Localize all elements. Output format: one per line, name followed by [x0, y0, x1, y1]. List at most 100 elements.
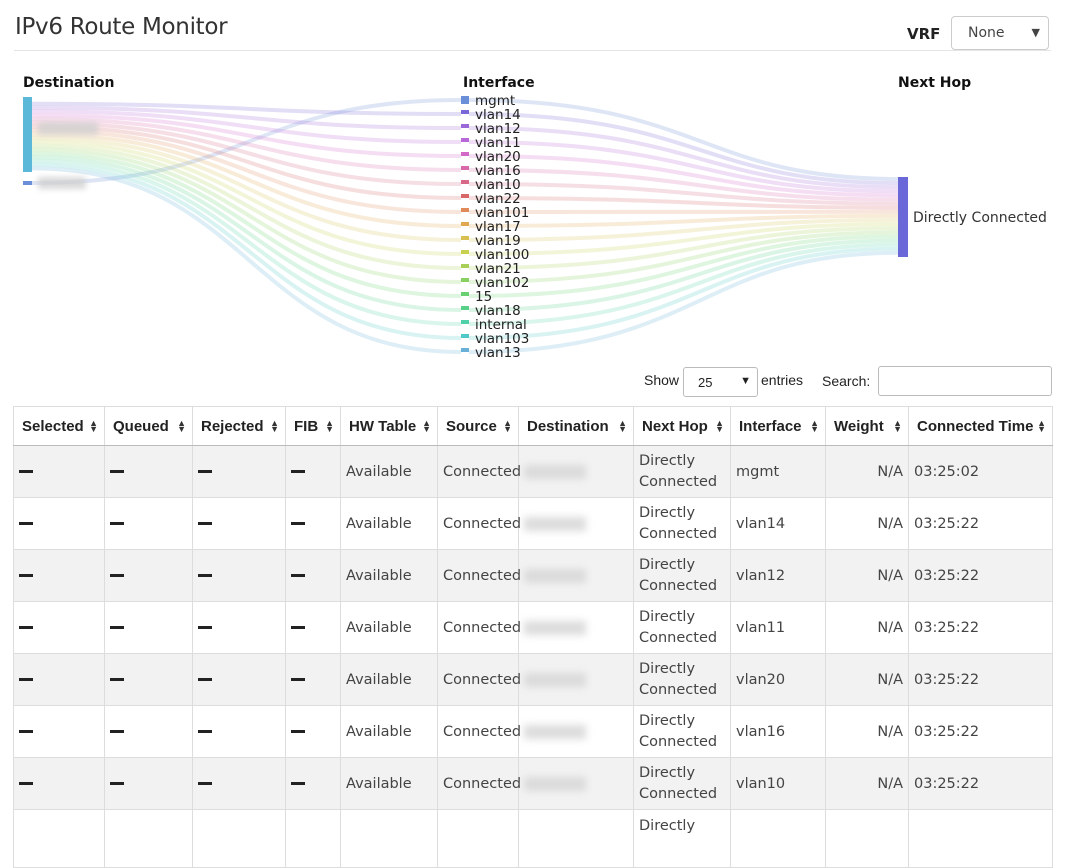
next-hop-line-1: Directly	[639, 555, 725, 576]
table-header-row: Selected▲▼Queued▲▼Rejected▲▼FIB▲▼HW Tabl…	[14, 407, 1053, 446]
chevron-down-icon: ▼	[740, 375, 751, 387]
blurred-destination	[524, 621, 586, 635]
divider	[14, 50, 1051, 51]
column-header-next-hop[interactable]: Next Hop▲▼	[634, 407, 731, 446]
cell-selected	[14, 654, 105, 706]
sankey-node-interface-vlan101[interactable]	[461, 208, 469, 212]
entries-label: entries	[761, 372, 803, 388]
dash-icon	[291, 782, 305, 785]
sankey-node-interface-vlan20[interactable]	[461, 152, 469, 156]
cell-source: Connected	[438, 446, 519, 498]
next-hop-line-1: Directly	[639, 607, 725, 628]
cell-rejected	[193, 602, 286, 654]
table-row[interactable]: AvailableConnectedDirectlyConnectedvlan1…	[14, 498, 1053, 550]
table-row[interactable]: AvailableConnectedDirectlyConnectedvlan1…	[14, 706, 1053, 758]
column-header-source[interactable]: Source▲▼	[438, 407, 519, 446]
sankey-node-next-hop[interactable]	[898, 177, 908, 257]
dash-icon	[19, 678, 33, 681]
cell-weight: N/A	[826, 602, 909, 654]
cell-interface: vlan10	[731, 758, 826, 810]
dash-icon	[110, 574, 124, 577]
sankey-node-interface-mgmt[interactable]	[461, 96, 469, 104]
cell-source: Connected	[438, 602, 519, 654]
sankey-node-interface-vlan10[interactable]	[461, 180, 469, 184]
column-header-rejected[interactable]: Rejected▲▼	[193, 407, 286, 446]
table-row[interactable]: AvailableConnectedDirectlyConnectedvlan1…	[14, 758, 1053, 810]
cell-selected	[14, 602, 105, 654]
table-body: AvailableConnectedDirectlyConnectedmgmtN…	[14, 446, 1053, 868]
sort-icon: ▲▼	[89, 420, 98, 432]
table-row[interactable]: AvailableConnectedDirectlyConnectedvlan1…	[14, 602, 1053, 654]
column-header-queued[interactable]: Queued▲▼	[105, 407, 193, 446]
sankey-node-interface-vlan14[interactable]	[461, 110, 469, 114]
column-header-destination[interactable]: Destination▲▼	[519, 407, 634, 446]
cell-queued	[105, 654, 193, 706]
dash-icon	[110, 678, 124, 681]
table-row[interactable]: AvailableConnectedDirectlyConnectedvlan2…	[14, 654, 1053, 706]
dash-icon	[110, 522, 124, 525]
sankey-node-destination-1[interactable]	[23, 97, 32, 172]
cell-interface	[731, 810, 826, 868]
sankey-node-interface-vlan21[interactable]	[461, 264, 469, 268]
entries-select[interactable]: 25 ▼	[683, 367, 758, 397]
table-row[interactable]: Directly	[14, 810, 1053, 868]
sankey-next-hop-label: Directly Connected	[913, 210, 1047, 226]
dash-icon	[198, 678, 212, 681]
vrf-select[interactable]: None ▼	[951, 16, 1049, 50]
search-input[interactable]	[878, 366, 1052, 396]
dash-icon	[291, 574, 305, 577]
column-header-fib[interactable]: FIB▲▼	[286, 407, 341, 446]
column-header-interface[interactable]: Interface▲▼	[731, 407, 826, 446]
cell-next-hop: DirectlyConnected	[634, 550, 731, 602]
cell-fib	[286, 602, 341, 654]
blurred-destination-label	[38, 122, 98, 135]
sankey-node-interface-vlan100[interactable]	[461, 250, 469, 254]
cell-queued	[105, 706, 193, 758]
column-header-label: Rejected	[201, 418, 264, 435]
sankey-node-interface-vlan12[interactable]	[461, 124, 469, 128]
dash-icon	[19, 522, 33, 525]
cell-interface: vlan12	[731, 550, 826, 602]
dash-icon	[198, 782, 212, 785]
cell-interface: vlan11	[731, 602, 826, 654]
cell-queued	[105, 498, 193, 550]
column-header-weight[interactable]: Weight▲▼	[826, 407, 909, 446]
sankey-header-interface: Interface	[463, 75, 535, 91]
column-header-hw-table[interactable]: HW Table▲▼	[341, 407, 438, 446]
dash-icon	[110, 782, 124, 785]
cell-destination	[519, 706, 634, 758]
dash-icon	[291, 522, 305, 525]
sankey-node-interface-vlan18[interactable]	[461, 306, 469, 310]
cell-connected-time: 03:25:22	[909, 654, 1053, 706]
sankey-node-interface-vlan16[interactable]	[461, 166, 469, 170]
cell-source: Connected	[438, 706, 519, 758]
sankey-node-interface-vlan19[interactable]	[461, 236, 469, 240]
table-row[interactable]: AvailableConnectedDirectlyConnectedmgmtN…	[14, 446, 1053, 498]
blurred-destination-label	[38, 177, 86, 189]
sankey-node-interface-vlan17[interactable]	[461, 222, 469, 226]
cell-destination	[519, 654, 634, 706]
sankey-header-next-hop: Next Hop	[898, 75, 971, 91]
column-header-label: Next Hop	[642, 418, 708, 435]
sankey-node-interface-vlan102[interactable]	[461, 278, 469, 282]
sankey-node-interface-vlan11[interactable]	[461, 138, 469, 142]
sankey-link-destination-internal	[32, 161, 461, 324]
column-header-label: Source	[446, 418, 497, 435]
sankey-node-interface-15[interactable]	[461, 292, 469, 296]
sankey-node-interface-vlan13[interactable]	[461, 348, 469, 352]
column-header-connected-time[interactable]: Connected Time▲▼	[909, 407, 1053, 446]
dash-icon	[110, 470, 124, 473]
cell-weight: N/A	[826, 446, 909, 498]
column-header-selected[interactable]: Selected▲▼	[14, 407, 105, 446]
cell-interface: vlan16	[731, 706, 826, 758]
dash-icon	[110, 730, 124, 733]
cell-connected-time: 03:25:22	[909, 498, 1053, 550]
blurred-destination	[524, 465, 586, 479]
table-row[interactable]: AvailableConnectedDirectlyConnectedvlan1…	[14, 550, 1053, 602]
sankey-node-interface-vlan22[interactable]	[461, 194, 469, 198]
sankey-node-destination-2[interactable]	[23, 181, 32, 185]
sankey-node-interface-vlan103[interactable]	[461, 334, 469, 338]
cell-fib	[286, 758, 341, 810]
sankey-node-interface-internal[interactable]	[461, 320, 469, 324]
cell-rejected	[193, 706, 286, 758]
